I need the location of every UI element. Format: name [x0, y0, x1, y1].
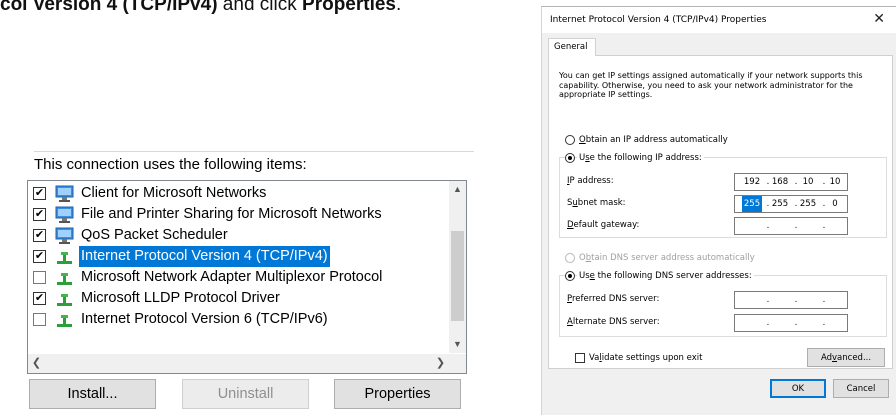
dialog-titlebar[interactable]: Internet Protocol Version 4 (TCP/IPv4) P…: [542, 7, 896, 33]
scroll-down-icon[interactable]: ▼: [449, 336, 466, 353]
scroll-up-icon[interactable]: ▲: [449, 181, 466, 198]
network-client-icon: [55, 185, 74, 202]
scroll-thumb[interactable]: [451, 231, 464, 321]
obtain-dns-auto-label: Obtain DNS server address automatically: [579, 253, 755, 263]
instruction-middle: and click: [217, 0, 303, 15]
properties-button[interactable]: Properties: [334, 379, 461, 409]
ip-address-field[interactable]: 192. 168. 10. 10: [734, 173, 848, 191]
subnet-mask-field[interactable]: 255. 255. 255. 0: [734, 195, 848, 213]
use-ip-manual-radio[interactable]: [565, 153, 575, 163]
ip-octet[interactable]: [742, 292, 762, 308]
default-gateway-label: Default gateway:: [567, 220, 640, 230]
ip-octet[interactable]: 0: [825, 196, 845, 212]
obtain-ip-auto-label: Obtain an IP address automatically: [579, 135, 728, 145]
instruction-protocol: col Version 4 (TCP/IPv4): [0, 0, 218, 15]
scroll-left-icon[interactable]: ❮: [28, 354, 45, 373]
ip-octet[interactable]: 192: [742, 174, 762, 190]
ip-octet[interactable]: [798, 292, 818, 308]
scroll-right-icon[interactable]: ❯: [432, 354, 449, 373]
list-item[interactable]: ✔ Microsoft LLDP Protocol Driver: [28, 288, 442, 309]
use-dns-manual-radio[interactable]: [565, 271, 575, 281]
file-sharing-icon: [55, 206, 74, 223]
alternate-dns-label: Alternate DNS server:: [567, 317, 660, 327]
ip-octet[interactable]: [770, 218, 790, 234]
list-item[interactable]: Microsoft Network Adapter Multiplexor Pr…: [28, 267, 442, 288]
list-item-label: Internet Protocol Version 4 (TCP/IPv4): [79, 246, 330, 267]
advanced-button[interactable]: Advanced...: [807, 348, 885, 367]
ip-address-label: IP address:: [567, 176, 614, 186]
ok-button[interactable]: OK: [770, 379, 826, 398]
instruction-suffix: .: [396, 0, 402, 15]
alternate-dns-field[interactable]: ...: [734, 314, 848, 332]
ip-octet[interactable]: [798, 218, 818, 234]
horizontal-scrollbar[interactable]: ❮ ❯: [28, 354, 449, 373]
tab-general[interactable]: General: [548, 38, 596, 56]
list-item[interactable]: ✔ Internet Protocol Version 4 (TCP/IPv4): [28, 246, 442, 267]
list-item[interactable]: ✔ Client for Microsoft Networks: [28, 183, 442, 204]
list-item[interactable]: ✔ QoS Packet Scheduler: [28, 225, 442, 246]
checked-checkbox[interactable]: ✔: [33, 187, 46, 200]
preferred-dns-label: Preferred DNS server:: [567, 294, 660, 304]
ip-octet[interactable]: 10: [798, 174, 818, 190]
description-text: You can get IP settings assigned automat…: [559, 71, 863, 99]
ip-octet[interactable]: [742, 315, 762, 331]
instruction-text: col Version 4 (TCP/IPv4) and click Prope…: [0, 0, 401, 16]
validate-checkbox[interactable]: [575, 353, 585, 363]
protocol-icon: [55, 311, 74, 328]
ip-octet[interactable]: [825, 315, 845, 331]
unchecked-checkbox[interactable]: [33, 271, 46, 284]
cancel-button[interactable]: Cancel: [833, 379, 889, 398]
ip-octet[interactable]: 255: [798, 196, 818, 212]
protocol-icon: [55, 269, 74, 286]
checked-checkbox[interactable]: ✔: [33, 208, 46, 221]
scrollbar-corner: [449, 354, 466, 373]
list-item-label: QoS Packet Scheduler: [81, 227, 228, 243]
items-listbox[interactable]: ✔ Client for Microsoft Networks ✔ File and …: [27, 180, 467, 374]
ip-octet[interactable]: 255: [742, 196, 762, 212]
ip-octet[interactable]: [798, 315, 818, 331]
subnet-mask-label: Subnet mask:: [567, 198, 626, 208]
ip-octet[interactable]: 168: [770, 174, 790, 190]
ip-octet[interactable]: [770, 315, 790, 331]
checked-checkbox[interactable]: ✔: [33, 292, 46, 305]
instruction-action: Properties: [302, 0, 396, 15]
list-item-label: Client for Microsoft Networks: [81, 185, 267, 201]
ipv4-properties-dialog: Internet Protocol Version 4 (TCP/IPv4) P…: [541, 6, 896, 415]
use-dns-manual-label: Use the following DNS server addresses:: [577, 271, 754, 281]
list-item-label: Microsoft LLDP Protocol Driver: [81, 290, 280, 306]
divider: [34, 151, 474, 152]
validate-label: Validate settings upon exit: [589, 353, 703, 363]
install-button[interactable]: Install...: [29, 379, 156, 409]
general-tab-panel: You can get IP settings assigned automat…: [548, 55, 893, 369]
vertical-scrollbar[interactable]: ▲ ▼: [449, 181, 466, 353]
ip-octet[interactable]: [825, 292, 845, 308]
preferred-dns-field[interactable]: ...: [734, 291, 848, 309]
ip-octet[interactable]: 10: [825, 174, 845, 190]
checked-checkbox[interactable]: ✔: [33, 229, 46, 242]
ip-octet[interactable]: 255: [770, 196, 790, 212]
items-heading: This connection uses the following items…: [34, 156, 307, 173]
use-ip-manual-label: Use the following IP address:: [577, 153, 704, 163]
uninstall-button: Uninstall: [182, 379, 309, 409]
list-item-label: Microsoft Network Adapter Multiplexor Pr…: [81, 269, 383, 285]
unchecked-checkbox[interactable]: [33, 313, 46, 326]
list-item-label: Internet Protocol Version 6 (TCP/IPv6): [81, 311, 328, 327]
protocol-icon: [55, 248, 74, 265]
connection-properties-panel: This connection uses the following items…: [0, 150, 490, 414]
list-item[interactable]: Internet Protocol Version 6 (TCP/IPv6): [28, 309, 442, 330]
close-icon[interactable]: ✕: [873, 11, 885, 27]
network-service-icon: [55, 227, 74, 244]
ip-octet[interactable]: [825, 218, 845, 234]
list-item-label: File and Printer Sharing for Microsoft N…: [81, 206, 382, 222]
ip-octet[interactable]: [770, 292, 790, 308]
list-item[interactable]: ✔ File and Printer Sharing for Microsoft …: [28, 204, 442, 225]
default-gateway-field[interactable]: ...: [734, 217, 848, 235]
dialog-title: Internet Protocol Version 4 (TCP/IPv4) P…: [550, 15, 767, 25]
protocol-icon: [55, 290, 74, 307]
checked-checkbox[interactable]: ✔: [33, 250, 46, 263]
ip-octet[interactable]: [742, 218, 762, 234]
obtain-dns-auto-radio: [565, 253, 575, 263]
obtain-ip-auto-radio[interactable]: [565, 135, 575, 145]
